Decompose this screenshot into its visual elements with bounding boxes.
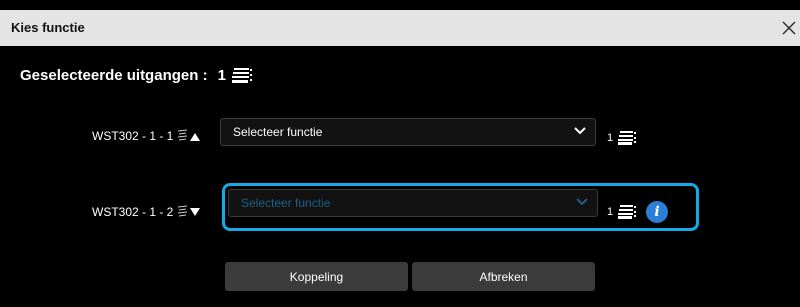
close-icon[interactable] — [778, 10, 800, 46]
titlebar: Kies functie — [0, 10, 800, 46]
row-2-label-group: WST302 - 1 - 2 — [92, 205, 201, 219]
selected-outputs-summary: Geselecteerde uitgangen : 1 — [20, 66, 254, 84]
selected-outputs-label: Geselecteerde uitgangen : — [20, 66, 208, 84]
row-1-label: WST302 - 1 - 1 — [92, 129, 174, 143]
row-2-count: 1 — [607, 204, 638, 220]
function-select-2[interactable]: Selecteer functie — [228, 189, 598, 217]
stack-icon — [618, 131, 637, 145]
koppeling-button[interactable]: Koppeling — [225, 262, 408, 291]
sort-up-icon[interactable] — [177, 129, 201, 143]
row-2-count-value: 1 — [607, 206, 614, 218]
function-select-2-placeholder: Selecteer functie — [241, 196, 331, 210]
stack-icon — [231, 68, 252, 83]
kies-functie-dialog: Kies functie Geselecteerde uitgangen : 1… — [0, 0, 800, 307]
row-1-count: 1 — [607, 130, 638, 146]
dialog-title: Kies functie — [11, 20, 85, 35]
afbreken-button[interactable]: Afbreken — [412, 262, 595, 291]
selected-outputs-count: 1 — [217, 66, 226, 84]
chevron-down-icon — [574, 127, 586, 135]
row-2-label: WST302 - 1 - 2 — [92, 205, 174, 219]
row-1-count-value: 1 — [607, 132, 614, 144]
row-1-label-group: WST302 - 1 - 1 — [92, 129, 201, 143]
function-select-1[interactable]: Selecteer functie — [220, 118, 596, 146]
function-select-1-value: Selecteer functie — [233, 125, 323, 139]
stack-icon — [618, 205, 637, 219]
chevron-down-icon — [576, 198, 588, 206]
info-icon[interactable]: i — [646, 201, 668, 223]
sort-down-icon[interactable] — [177, 205, 201, 219]
